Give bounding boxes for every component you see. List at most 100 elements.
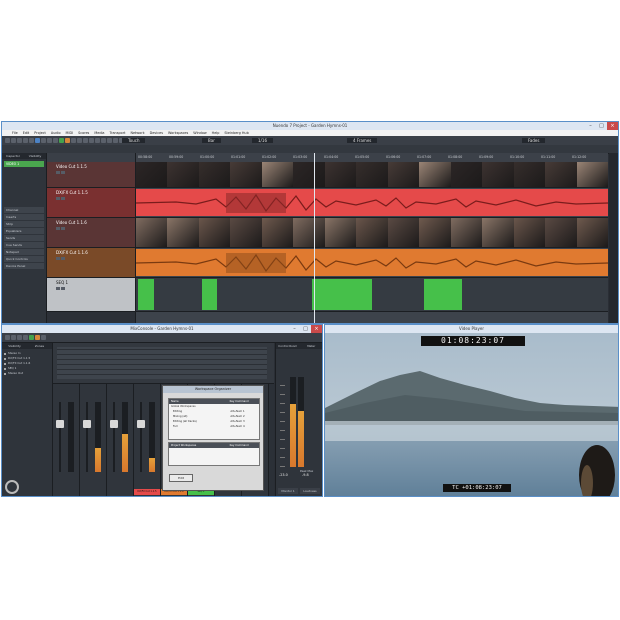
channel-strip[interactable]: DX/FX Cut 1.1.5 xyxy=(134,384,161,496)
maximize-button[interactable]: □ xyxy=(300,325,311,333)
menu-item-audio[interactable]: Audio xyxy=(51,131,61,135)
maximize-button[interactable]: □ xyxy=(596,122,607,130)
monitor-button[interactable]: Monitor 1 xyxy=(278,488,298,494)
fader-cap[interactable] xyxy=(56,420,64,428)
play-icon[interactable] xyxy=(59,138,64,143)
inspector-section-strip[interactable]: Strip xyxy=(4,221,44,227)
quantize-select[interactable]: 1/16 xyxy=(252,138,273,143)
tab-zones[interactable]: Zones xyxy=(27,343,52,349)
video-frame[interactable] xyxy=(325,333,619,497)
erase-icon[interactable] xyxy=(95,138,100,143)
racks-icon[interactable] xyxy=(17,335,22,340)
close-button[interactable]: × xyxy=(607,122,618,130)
object-select-icon[interactable] xyxy=(71,138,76,143)
vertical-scrollbar[interactable] xyxy=(609,153,618,323)
menu-item-workspaces[interactable]: Workspaces xyxy=(168,131,188,135)
workspace-edit-button[interactable]: Edit xyxy=(169,474,193,482)
solo-button[interactable] xyxy=(61,287,65,290)
audio-lane-red[interactable] xyxy=(136,188,608,218)
tab-visibility[interactable]: Visibility xyxy=(2,343,27,349)
inspector-track-label[interactable]: VIDEO 1 xyxy=(4,161,44,167)
fader-cap[interactable] xyxy=(137,420,145,428)
inspector-section-cue-sends[interactable]: Cue Sends xyxy=(4,242,44,248)
track-header-seq[interactable]: SEQ 1 xyxy=(47,278,135,312)
close-button[interactable]: × xyxy=(311,325,322,333)
menu-item-edit[interactable]: Edit xyxy=(23,131,30,135)
mute-button[interactable] xyxy=(56,197,60,200)
audio-event-green-3[interactable] xyxy=(312,279,372,310)
channel-strip[interactable] xyxy=(107,384,134,496)
stop-icon[interactable] xyxy=(23,335,28,340)
mute-button[interactable] xyxy=(56,287,60,290)
mute-button[interactable] xyxy=(56,171,60,174)
glue-icon[interactable] xyxy=(89,138,94,143)
channel-filter-icon[interactable] xyxy=(11,335,16,340)
menu-item-file[interactable]: File xyxy=(12,131,18,135)
inspector-section-sends[interactable]: Sends xyxy=(4,235,44,241)
video-lane-1[interactable] xyxy=(136,162,608,188)
time-warp-icon[interactable] xyxy=(113,138,118,143)
stop-icon[interactable] xyxy=(53,138,58,143)
nudge-select[interactable]: 4 Frames xyxy=(347,138,378,143)
zoom-icon[interactable] xyxy=(101,138,106,143)
menu-item-transport[interactable]: Transport xyxy=(110,131,126,135)
visibility-dot-icon[interactable] xyxy=(4,352,6,355)
inspector-section-equalizers[interactable]: Equalizers xyxy=(4,228,44,234)
automation-icon[interactable] xyxy=(35,138,40,143)
fader-cap[interactable] xyxy=(110,420,118,428)
rewind-icon[interactable] xyxy=(41,138,46,143)
audio-event-green-4[interactable] xyxy=(424,279,462,310)
mute-button[interactable] xyxy=(56,227,60,230)
record-icon[interactable] xyxy=(35,335,40,340)
workspace-item[interactable]: Full Alt+Num 4 xyxy=(169,424,259,429)
project-cursor[interactable] xyxy=(314,153,315,323)
audio-lane-orange[interactable] xyxy=(136,248,608,278)
audio-event-red[interactable] xyxy=(136,189,608,216)
minimize-button[interactable]: – xyxy=(585,122,596,130)
menu-item-scores[interactable]: Scores xyxy=(78,131,89,135)
track-header-video-1[interactable]: Video Cut 1.1.5 xyxy=(47,162,135,188)
menu-item-window[interactable]: Window xyxy=(193,131,206,135)
menu-item-help[interactable]: Help xyxy=(212,131,220,135)
inspector-section-inserts[interactable]: Inserts xyxy=(4,214,44,220)
menu-item-devices[interactable]: Devices xyxy=(150,131,163,135)
tab-inspector[interactable]: Inspector xyxy=(2,153,24,159)
track-header-video-2[interactable]: Video Cut 1.1.6 xyxy=(47,218,135,248)
channel-list-item[interactable]: Stereo Out xyxy=(4,371,50,376)
channel-strip[interactable] xyxy=(80,384,107,496)
tab-control-room[interactable]: Control Room xyxy=(276,343,300,349)
tab-meter[interactable]: Meter xyxy=(300,343,323,349)
visibility-dot-icon[interactable] xyxy=(4,372,6,375)
inspector-section-device-panel[interactable]: Device Panel xyxy=(4,263,44,269)
track-header-audio-2[interactable]: DX/FX Cut 1.1.6 xyxy=(47,248,135,278)
audio-event-green-1[interactable] xyxy=(138,279,154,310)
solo-button[interactable] xyxy=(61,197,65,200)
mute-button[interactable] xyxy=(56,257,60,260)
fader-cap[interactable] xyxy=(83,420,91,428)
inspector-section-quick-controls[interactable]: Quick Controls xyxy=(4,256,44,262)
fade-select[interactable]: Fades xyxy=(522,138,546,143)
window-layout-icon[interactable] xyxy=(5,335,10,340)
loudness-button[interactable]: Loudness xyxy=(300,488,320,494)
visibility-dot-icon[interactable] xyxy=(4,367,6,370)
undo-icon[interactable] xyxy=(17,138,22,143)
range-select-icon[interactable] xyxy=(77,138,82,143)
solo-button[interactable] xyxy=(61,257,65,260)
video-lane-2[interactable] xyxy=(136,218,608,248)
forward-icon[interactable] xyxy=(47,138,52,143)
visibility-dot-icon[interactable] xyxy=(4,362,6,365)
minimize-button[interactable]: – xyxy=(289,325,300,333)
channel-strip[interactable] xyxy=(53,384,80,496)
audio-event-green-2[interactable] xyxy=(202,279,217,310)
inspector-section-channel[interactable]: Channel xyxy=(4,207,44,213)
constrain-delay-icon[interactable] xyxy=(11,138,16,143)
audio-lane-green[interactable] xyxy=(136,278,608,312)
menu-item-project[interactable]: Project xyxy=(34,131,46,135)
activate-project-icon[interactable] xyxy=(5,138,10,143)
inspector-section-notepad[interactable]: Notepad xyxy=(4,249,44,255)
grid-select[interactable]: Bar xyxy=(202,138,221,143)
audio-event-orange[interactable] xyxy=(136,249,608,276)
menu-item-steinberg-hub[interactable]: Steinberg Hub xyxy=(224,131,248,135)
menu-item-midi[interactable]: MIDI xyxy=(66,131,74,135)
solo-button[interactable] xyxy=(61,227,65,230)
